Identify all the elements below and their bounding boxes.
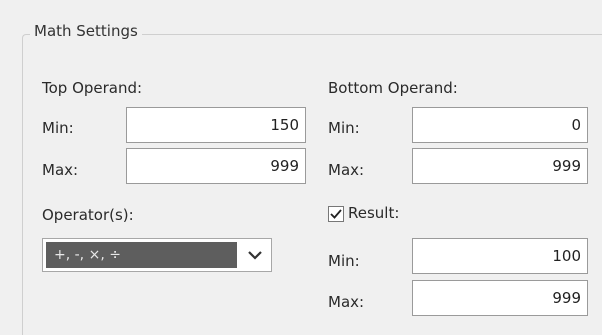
- top-max-input[interactable]: [126, 148, 306, 184]
- bottom-max-input[interactable]: [412, 148, 588, 184]
- operators-label: Operator(s):: [42, 206, 134, 224]
- result-label: Result:: [348, 204, 400, 222]
- chevron-down-icon[interactable]: [239, 239, 271, 271]
- result-checkbox[interactable]: [328, 206, 344, 222]
- result-max-input[interactable]: [412, 280, 588, 316]
- top-min-input[interactable]: [126, 107, 306, 143]
- bottom-operand-heading: Bottom Operand:: [328, 79, 458, 97]
- bottom-max-label: Max:: [328, 161, 365, 179]
- result-min-label: Min:: [328, 252, 360, 270]
- top-min-label: Min:: [42, 119, 74, 137]
- top-max-label: Max:: [42, 161, 79, 179]
- operators-selected-value: +, -, ×, ÷: [46, 242, 237, 268]
- top-operand-heading: Top Operand:: [42, 79, 143, 97]
- bottom-min-label: Min:: [328, 119, 360, 137]
- group-title: Math Settings: [30, 22, 142, 40]
- result-min-input[interactable]: [412, 238, 588, 274]
- checkmark-icon: [330, 209, 342, 219]
- operators-dropdown[interactable]: +, -, ×, ÷: [42, 238, 272, 272]
- result-max-label: Max:: [328, 293, 365, 311]
- bottom-min-input[interactable]: [412, 107, 588, 143]
